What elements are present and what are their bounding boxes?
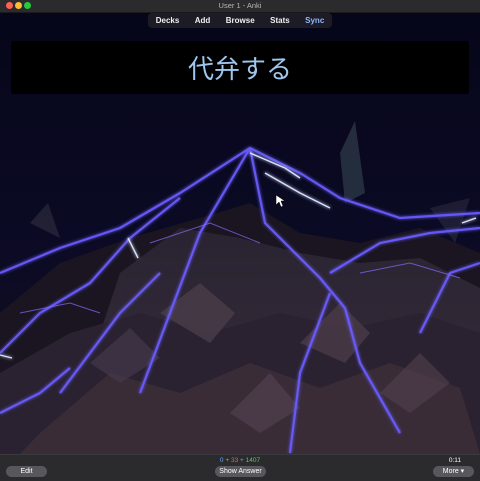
- review-timer: 0:11: [448, 457, 461, 464]
- anki-window: User 1 - Anki Decks Add Browse Stats Syn…: [0, 0, 480, 481]
- review-count: 1407: [245, 457, 261, 464]
- new-count: 0: [219, 457, 224, 464]
- add-button[interactable]: Add: [195, 16, 211, 25]
- show-answer-button[interactable]: Show Answer: [215, 466, 266, 477]
- window-title: User 1 - Anki: [218, 1, 262, 10]
- more-button[interactable]: More ▾: [433, 466, 474, 477]
- top-toolbar: Decks Add Browse Stats Sync: [148, 13, 332, 28]
- decks-button[interactable]: Decks: [156, 16, 180, 25]
- count-separator: +: [240, 457, 244, 464]
- sync-button[interactable]: Sync: [305, 16, 324, 25]
- browse-button[interactable]: Browse: [226, 16, 255, 25]
- edit-button[interactable]: Edit: [6, 466, 47, 477]
- card-question-text: 代弁する: [187, 55, 292, 85]
- title-bar: User 1 - Anki: [0, 0, 480, 13]
- learning-count: 33: [230, 457, 239, 464]
- count-separator: +: [225, 457, 230, 464]
- card-question-box: 代弁する: [11, 41, 469, 94]
- bottom-bar: 0 + 33 + 1407 0:11 Edit Show Answer More…: [0, 454, 480, 481]
- stats-button[interactable]: Stats: [270, 16, 290, 25]
- due-counts: 0 + 33 + 1407: [0, 457, 480, 464]
